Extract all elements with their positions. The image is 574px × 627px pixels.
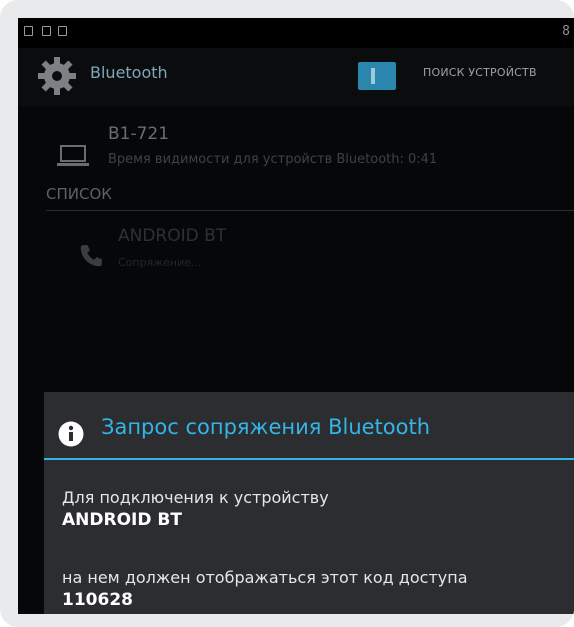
- passkey-code: 110628: [62, 590, 133, 610]
- status-bar: 8: [18, 18, 574, 48]
- storage-icon: [42, 26, 51, 36]
- toggle-knob: [371, 68, 375, 84]
- search-devices-button[interactable]: ПОИСК УСТРОЙСТВ: [423, 66, 537, 79]
- tablet-screen: 8 Bluetooth ПОИСК УСТРОЙСТВ B1-721 Время…: [18, 18, 574, 614]
- phone-icon: [80, 245, 102, 267]
- sim-icon: [58, 26, 67, 36]
- dialog-message: Для подключения к устройству: [62, 488, 329, 507]
- dialog-title: Запрос сопряжения Bluetooth: [101, 415, 431, 439]
- device-name[interactable]: B1-721: [108, 124, 169, 144]
- dialog-title-divider: [44, 458, 574, 460]
- laptop-icon: [57, 145, 89, 166]
- status-bar-clock: 8: [562, 24, 570, 39]
- bluetooth-toggle[interactable]: [358, 62, 396, 90]
- list-item-name[interactable]: ANDROID BT: [118, 226, 226, 246]
- notification-icon: [24, 26, 33, 36]
- dialog-code-message: на нем должен отображаться этот код дост…: [62, 568, 468, 587]
- dialog-device-name: ANDROID BT: [62, 510, 182, 530]
- action-bar-title: Bluetooth: [90, 63, 168, 82]
- settings-gear-icon[interactable]: [36, 55, 78, 97]
- section-divider: [46, 210, 574, 211]
- info-icon: [58, 421, 84, 447]
- device-frame: 8 Bluetooth ПОИСК УСТРОЙСТВ B1-721 Время…: [0, 0, 574, 627]
- section-header: СПИСОК: [46, 185, 112, 203]
- visibility-timeout: Время видимости для устройств Bluetooth:…: [108, 152, 438, 167]
- list-item-status: Сопряжение...: [118, 256, 202, 269]
